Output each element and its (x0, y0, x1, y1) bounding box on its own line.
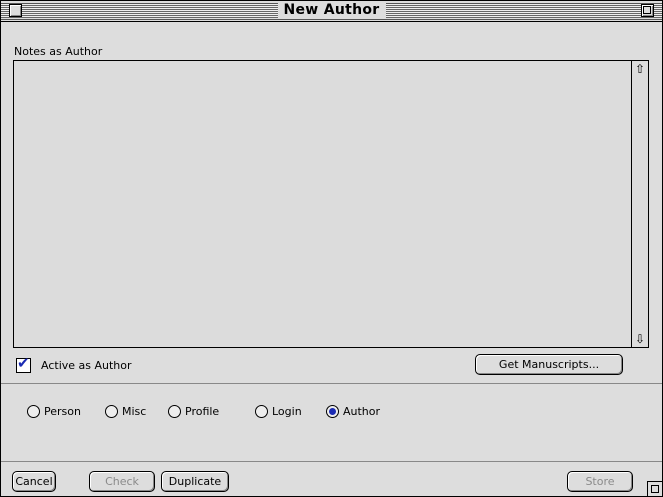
radio-person-label[interactable]: Person (44, 405, 81, 418)
radio-profile-label[interactable]: Profile (185, 405, 219, 418)
radio-profile[interactable]: Profile (168, 403, 219, 419)
window-title: New Author (277, 2, 386, 19)
new-author-window: New Author Notes as Author ⇧ ⇩ ✔ Active … (0, 0, 663, 497)
radio-author[interactable]: Author (326, 403, 380, 419)
get-manuscripts-button[interactable]: Get Manuscripts... (475, 354, 623, 375)
radio-person-button[interactable] (27, 404, 40, 418)
scroll-down-arrow-icon[interactable]: ⇩ (632, 331, 648, 347)
scroll-up-arrow-icon[interactable]: ⇧ (632, 61, 648, 77)
zoom-box-icon[interactable] (641, 4, 654, 17)
close-box-icon[interactable] (9, 4, 22, 17)
radio-misc-button[interactable] (105, 404, 118, 418)
notes-field-frame: ⇧ ⇩ (13, 60, 649, 348)
radio-login[interactable]: Login (255, 403, 302, 419)
radio-misc[interactable]: Misc (105, 403, 146, 419)
radio-author-label[interactable]: Author (343, 405, 380, 418)
radio-profile-button[interactable] (168, 404, 181, 418)
radio-person[interactable]: Person (27, 403, 81, 419)
divider (1, 383, 662, 384)
radio-author-button[interactable] (326, 404, 339, 418)
notes-text-area[interactable] (14, 61, 631, 347)
store-button[interactable]: Store (567, 471, 633, 492)
duplicate-button[interactable]: Duplicate (161, 471, 229, 492)
radio-login-label[interactable]: Login (272, 405, 302, 418)
check-button[interactable]: Check (89, 471, 155, 492)
checkmark-icon: ✔ (17, 354, 30, 372)
active-as-author-label[interactable]: Active as Author (41, 359, 132, 372)
active-as-author-checkbox[interactable]: ✔ (16, 354, 31, 373)
cancel-button[interactable]: Cancel (12, 471, 56, 492)
title-bar[interactable]: New Author (1, 1, 662, 22)
resize-grow-box-icon[interactable] (647, 481, 662, 496)
radio-misc-label[interactable]: Misc (122, 405, 146, 418)
divider (1, 461, 662, 462)
notes-scrollbar[interactable]: ⇧ ⇩ (631, 61, 648, 347)
notes-label: Notes as Author (14, 45, 103, 58)
radio-login-button[interactable] (255, 404, 268, 418)
